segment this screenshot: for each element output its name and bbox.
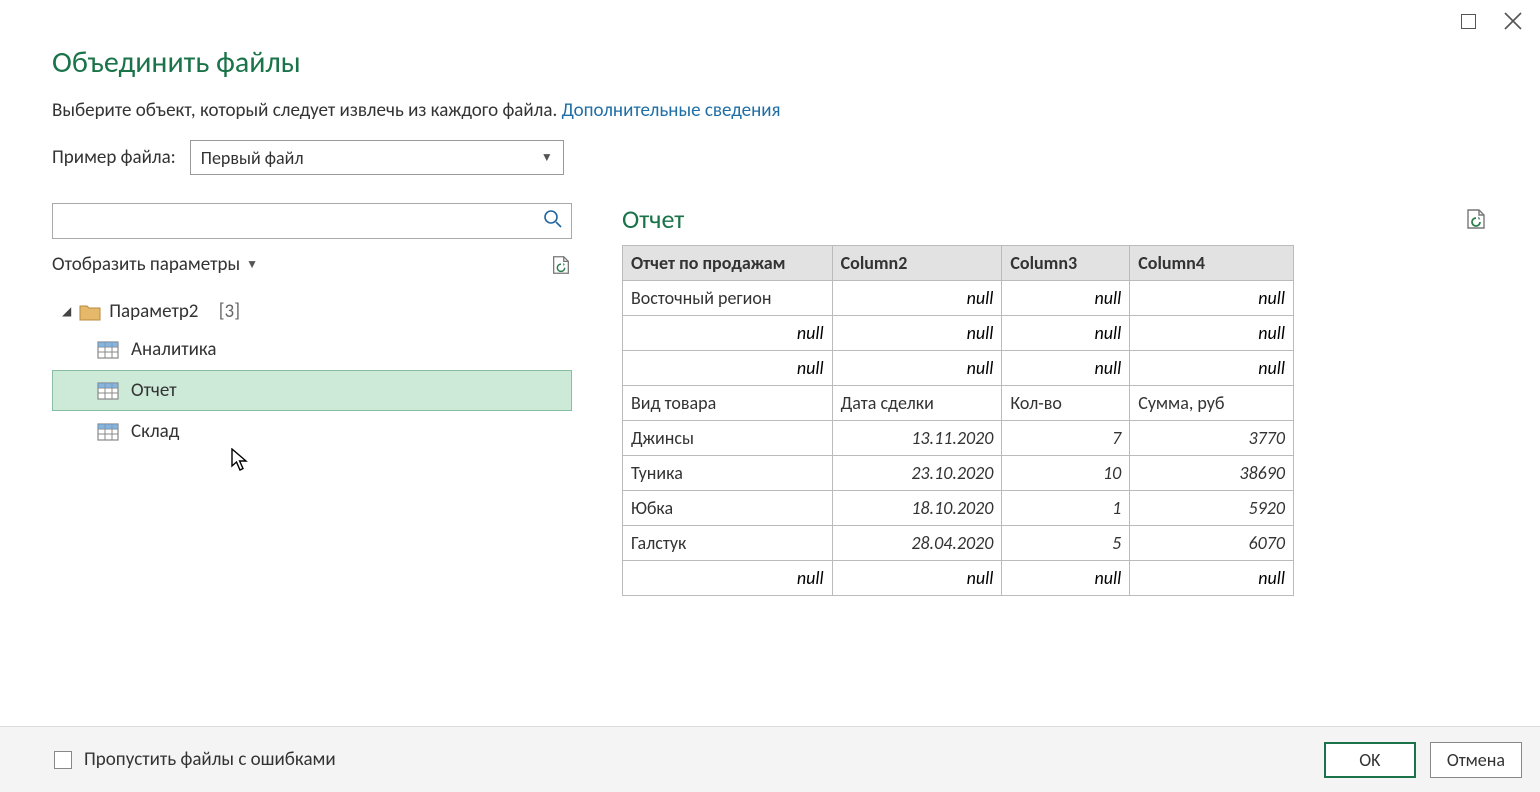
collapse-icon: ◢ — [62, 304, 71, 319]
table-cell: 13.11.2020 — [832, 421, 1002, 456]
table-row[interactable]: nullnullnullnull — [623, 561, 1294, 596]
table-cell: null — [1002, 281, 1130, 316]
table-cell: null — [623, 561, 833, 596]
tree-folder-root[interactable]: ◢ Параметр2 [3] — [52, 294, 572, 329]
table-cell: null — [1130, 281, 1294, 316]
table-cell: 10 — [1002, 456, 1130, 491]
ok-button[interactable]: OK — [1324, 742, 1416, 778]
tree-item[interactable]: Склад — [52, 411, 572, 452]
column-header[interactable]: Column4 — [1130, 246, 1294, 281]
table-cell: Джинсы — [623, 421, 833, 456]
table-cell: 28.04.2020 — [832, 526, 1002, 561]
table-icon — [97, 423, 119, 441]
table-cell: null — [1130, 561, 1294, 596]
table-cell: 6070 — [1130, 526, 1294, 561]
table-row[interactable]: Туника23.10.20201038690 — [623, 456, 1294, 491]
table-icon — [97, 341, 119, 359]
sample-file-value: Первый файл — [201, 147, 304, 169]
cancel-button[interactable]: Отмена — [1430, 742, 1522, 778]
column-header[interactable]: Отчет по продажам — [623, 246, 833, 281]
table-row[interactable]: Восточный регионnullnullnull — [623, 281, 1294, 316]
dialog-title: Объединить файлы — [52, 44, 1488, 81]
table-icon — [97, 382, 119, 400]
sample-file-label: Пример файла: — [52, 146, 176, 169]
column-header[interactable]: Column3 — [1002, 246, 1130, 281]
tree-root-count: [3] — [219, 300, 240, 323]
refresh-preview-icon[interactable] — [1464, 207, 1488, 231]
table-cell: null — [1002, 316, 1130, 351]
refresh-nav-icon[interactable] — [550, 254, 572, 276]
table-cell: Юбка — [623, 491, 833, 526]
table-cell: null — [832, 316, 1002, 351]
dialog-footer: Пропустить файлы с ошибками OK Отмена — [0, 726, 1540, 792]
table-cell: null — [623, 316, 833, 351]
table-cell: Галстук — [623, 526, 833, 561]
preview-title: Отчет — [622, 203, 684, 235]
preview-table: Отчет по продажамColumn2Column3Column4 В… — [622, 245, 1294, 596]
sample-file-select[interactable]: Первый файл ▼ — [190, 140, 564, 175]
skip-errors-label: Пропустить файлы с ошибками — [84, 748, 336, 771]
table-cell: Вид товара — [623, 386, 833, 421]
chevron-down-icon: ▼ — [246, 257, 258, 272]
close-button[interactable] — [1504, 12, 1522, 30]
table-row[interactable]: Джинсы13.11.202073770 — [623, 421, 1294, 456]
table-cell: 7 — [1002, 421, 1130, 456]
tree-item-label: Отчет — [131, 379, 177, 402]
maximize-button[interactable] — [1461, 14, 1476, 29]
table-cell: null — [832, 281, 1002, 316]
table-cell: Кол-во — [1002, 386, 1130, 421]
table-cell: Туника — [623, 456, 833, 491]
table-cell: null — [1130, 316, 1294, 351]
table-cell: null — [1002, 351, 1130, 386]
table-cell: null — [832, 351, 1002, 386]
table-cell: Дата сделки — [832, 386, 1002, 421]
table-cell: 18.10.2020 — [832, 491, 1002, 526]
table-row[interactable]: Вид товараДата сделкиКол-воСумма, руб — [623, 386, 1294, 421]
search-input[interactable] — [61, 211, 543, 231]
table-cell: null — [1002, 561, 1130, 596]
table-cell: 1 — [1002, 491, 1130, 526]
skip-errors-checkbox[interactable] — [54, 751, 72, 769]
subtitle-text: Выберите объект, который следует извлечь… — [52, 99, 562, 122]
table-cell: null — [623, 351, 833, 386]
table-cell: 5 — [1002, 526, 1130, 561]
table-cell: 3770 — [1130, 421, 1294, 456]
learn-more-link[interactable]: Дополнительные сведения — [562, 99, 781, 122]
search-icon — [543, 209, 563, 234]
table-row[interactable]: Галстук28.04.202056070 — [623, 526, 1294, 561]
folder-icon — [79, 303, 101, 321]
chevron-down-icon: ▼ — [541, 150, 553, 165]
tree-item[interactable]: Отчет — [52, 370, 572, 411]
display-options-label: Отобразить параметры — [52, 253, 240, 276]
table-row[interactable]: nullnullnullnull — [623, 351, 1294, 386]
table-row[interactable]: nullnullnullnull — [623, 316, 1294, 351]
tree-root-label: Параметр2 — [109, 300, 198, 323]
tree-item-label: Аналитика — [131, 338, 216, 361]
dialog-subtitle: Выберите объект, который следует извлечь… — [52, 99, 1488, 122]
table-row[interactable]: Юбка18.10.202015920 — [623, 491, 1294, 526]
table-cell: 5920 — [1130, 491, 1294, 526]
table-cell: 23.10.2020 — [832, 456, 1002, 491]
table-cell: Восточный регион — [623, 281, 833, 316]
display-options-toggle[interactable]: Отобразить параметры ▼ — [52, 253, 258, 276]
table-cell: Сумма, руб — [1130, 386, 1294, 421]
table-cell: 38690 — [1130, 456, 1294, 491]
column-header[interactable]: Column2 — [832, 246, 1002, 281]
navigator-tree: ◢ Параметр2 [3] Аналитика Отчет Склад — [52, 294, 572, 452]
tree-item[interactable]: Аналитика — [52, 329, 572, 370]
search-input-wrapper[interactable] — [52, 203, 572, 239]
table-cell: null — [832, 561, 1002, 596]
table-cell: null — [1130, 351, 1294, 386]
tree-item-label: Склад — [131, 420, 179, 443]
